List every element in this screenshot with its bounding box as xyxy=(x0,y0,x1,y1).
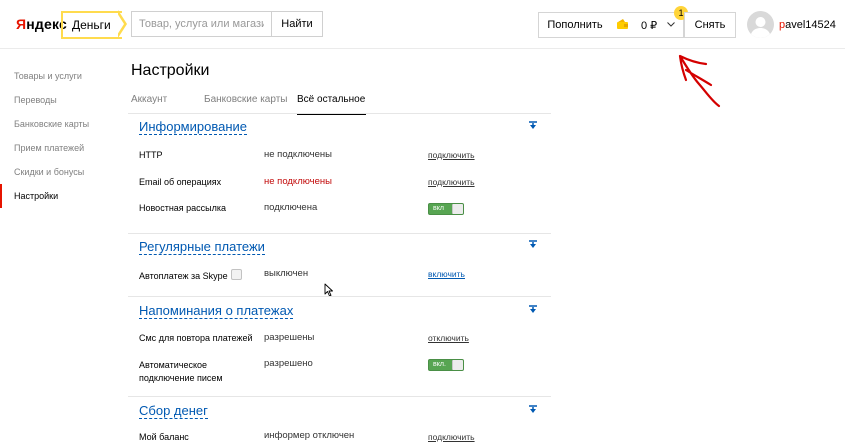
row-value-my-balance: информер отключен xyxy=(264,430,355,441)
divider xyxy=(128,113,551,114)
sidebar-item-goods[interactable]: Товары и услуги xyxy=(0,64,118,88)
wallet-icon xyxy=(617,19,628,29)
row-value-skype-autopay: выключен xyxy=(264,268,309,279)
row-label-my-balance: Мой баланс xyxy=(139,432,189,442)
section-title-fundraising[interactable]: Сбор денег xyxy=(139,403,208,419)
tab-everything-else[interactable]: Всё остальное xyxy=(297,94,365,105)
sidebar-nav: Товары и услуги Переводы Банковские карт… xyxy=(0,64,118,208)
balance-dropdown[interactable]: 0 ₽ xyxy=(611,12,684,38)
toggle-knob xyxy=(452,360,463,370)
topup-button[interactable]: Пополнить xyxy=(538,12,612,38)
divider xyxy=(128,296,551,297)
money-service-tab[interactable]: Деньги xyxy=(61,11,122,39)
skype-autopay-text: Автоплатеж за Skype xyxy=(139,271,228,281)
auto-letters-line2: подключение писем xyxy=(139,373,223,383)
collapse-arrow-icon[interactable] xyxy=(528,121,538,131)
row-label-newsletter: Новостная рассылка xyxy=(139,203,227,213)
row-label-skype-autopay: Автоплатеж за Skype xyxy=(139,269,242,283)
sidebar-item-transfers[interactable]: Переводы xyxy=(0,88,118,112)
service-tab-arrow-inner xyxy=(117,13,124,35)
balance-value: 0 ₽ xyxy=(641,20,658,32)
row-label-email: Email об операциях xyxy=(139,177,222,187)
avatar[interactable] xyxy=(747,11,774,38)
row-value-http: не подключены xyxy=(264,149,332,160)
search-button[interactable]: Найти xyxy=(271,11,323,37)
disable-sms-repeat-link[interactable]: отключить xyxy=(428,333,469,343)
sidebar-item-bonuses[interactable]: Скидки и бонусы xyxy=(0,160,118,184)
sidebar-item-bank-cards[interactable]: Банковские карты xyxy=(0,112,118,136)
collapse-arrow-icon[interactable] xyxy=(528,405,538,415)
tab-bank-cards[interactable]: Банковские карты xyxy=(204,94,287,105)
row-value-email: не подключены xyxy=(264,176,332,187)
connect-http-link[interactable]: подключить xyxy=(428,150,475,160)
row-label-auto-letters: Автоматическое подключение писем xyxy=(139,359,223,385)
username[interactable]: pavel14524 xyxy=(779,19,836,31)
enable-skype-autopay-link[interactable]: включить xyxy=(428,269,465,279)
toggle-knob xyxy=(452,204,463,214)
section-title-regular-payments[interactable]: Регулярные платежи xyxy=(139,239,265,255)
connect-informer-link[interactable]: подключить xyxy=(428,432,475,442)
collapse-arrow-icon[interactable] xyxy=(528,305,538,315)
newsletter-toggle[interactable]: вкл xyxy=(428,203,464,215)
hand-drawn-arrow-annotation xyxy=(678,54,721,108)
row-value-sms-repeat: разрешены xyxy=(264,332,315,343)
connect-email-link[interactable]: подключить xyxy=(428,177,475,187)
user-silhouette-icon xyxy=(750,17,771,38)
info-icon[interactable] xyxy=(230,269,242,280)
toggle-label: вкл xyxy=(433,205,444,212)
mouse-cursor-icon xyxy=(324,283,333,297)
section-title-informing[interactable]: Информирование xyxy=(139,119,247,135)
row-value-newsletter: подключена xyxy=(264,202,318,213)
divider xyxy=(128,396,551,397)
tab-account[interactable]: Аккаунт xyxy=(131,94,167,105)
chevron-down-icon xyxy=(667,22,675,27)
row-label-http: HTTP xyxy=(139,150,163,160)
collapse-arrow-icon[interactable] xyxy=(528,240,538,250)
yandex-logo[interactable]: Яндекс xyxy=(16,16,67,32)
top-header: Яндекс Деньги Найти Пополнить 0 ₽ 1 Снят… xyxy=(0,0,845,49)
divider xyxy=(128,233,551,234)
auto-letters-line1: Автоматическое xyxy=(139,360,208,370)
sidebar-item-payments[interactable]: Прием платежей xyxy=(0,136,118,160)
sidebar-item-settings[interactable]: Настройки xyxy=(0,184,118,208)
username-rest: avel14524 xyxy=(785,19,836,31)
row-value-auto-letters: разрешено xyxy=(264,358,313,369)
auto-letters-toggle[interactable]: вкл. xyxy=(428,359,464,371)
search-input[interactable] xyxy=(131,11,272,37)
page-title: Настройки xyxy=(131,62,210,79)
row-label-sms-repeat: Смс для повтора платежей xyxy=(139,333,253,343)
logo-first-letter: Я xyxy=(16,16,27,32)
withdraw-button[interactable]: Снять xyxy=(684,12,736,38)
section-title-payment-reminders[interactable]: Напоминания о платежах xyxy=(139,303,294,319)
toggle-label: вкл. xyxy=(433,361,446,368)
